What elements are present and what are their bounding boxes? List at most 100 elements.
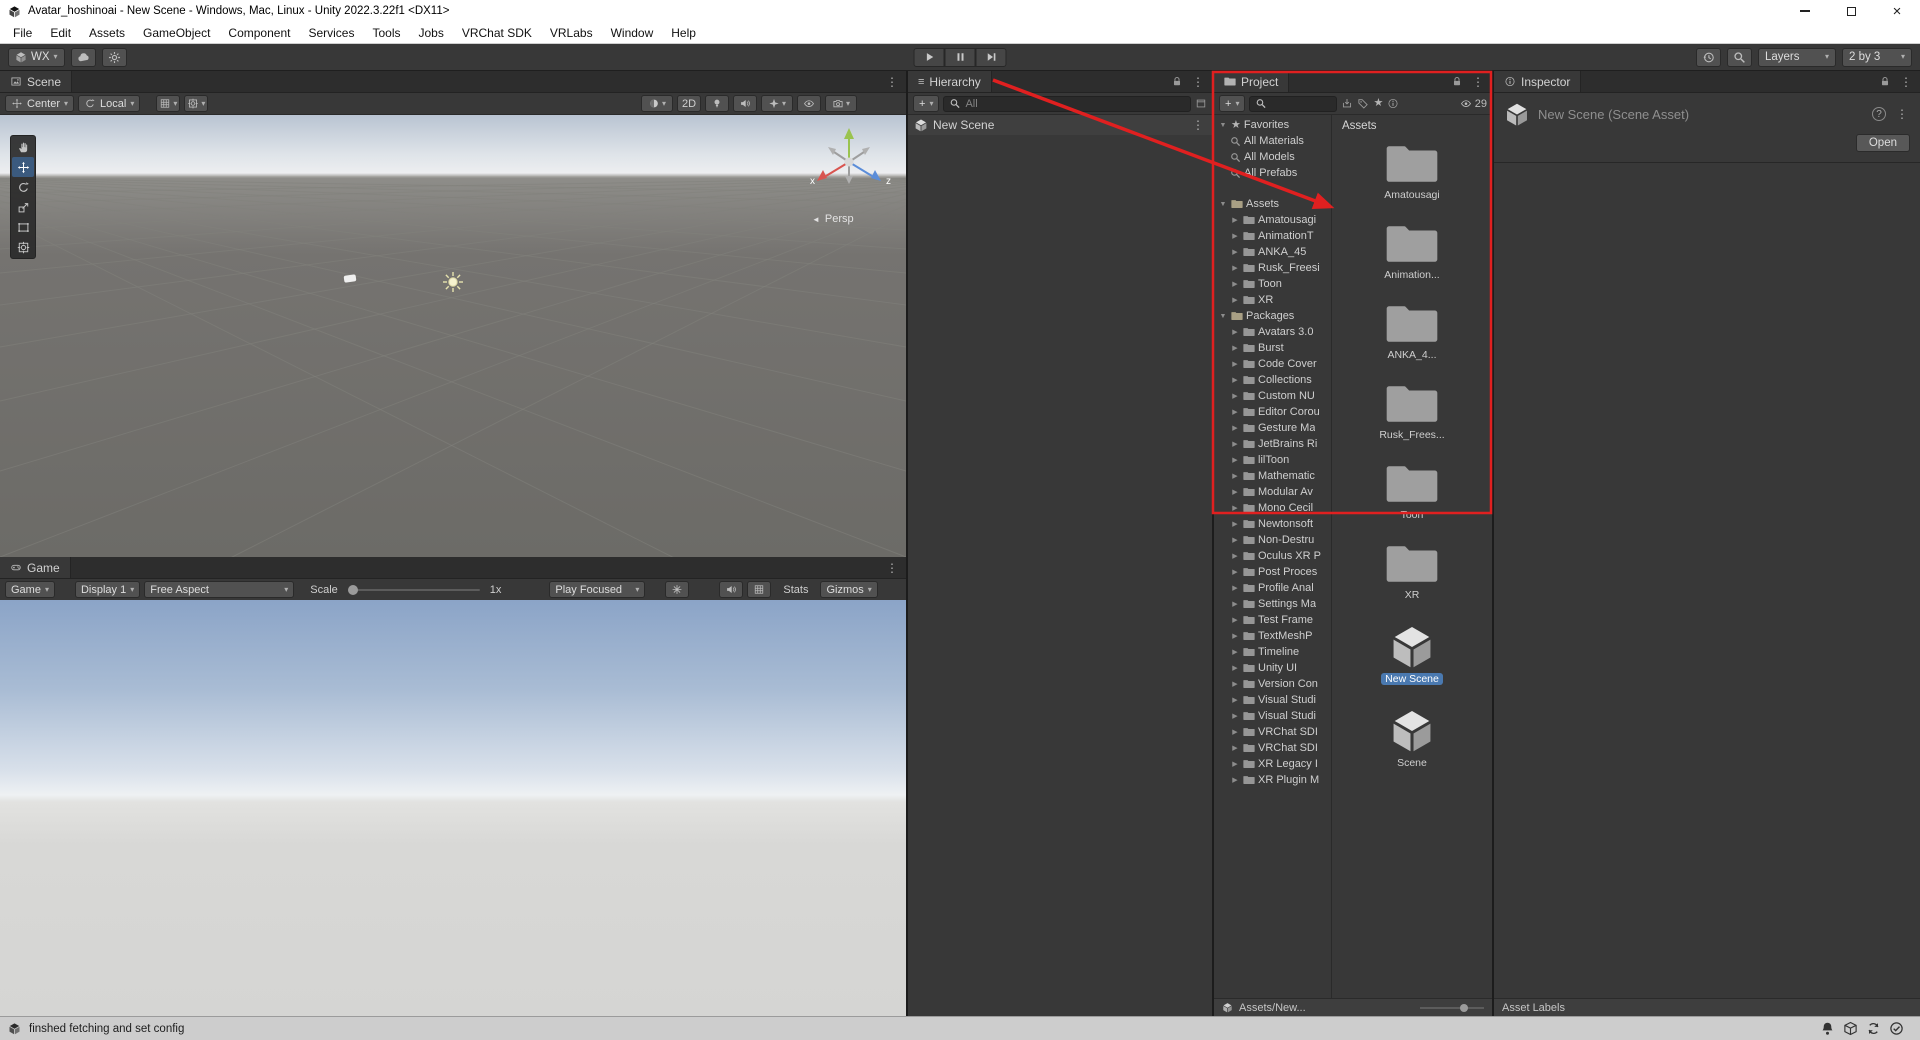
menu-item[interactable]: Assets <box>80 26 134 40</box>
gizmos-dropdown[interactable]: Gizmos▾ <box>820 581 877 598</box>
foldout-closed-icon[interactable]: ▶ <box>1230 456 1240 464</box>
project-asset-item[interactable]: ANKA_4... <box>1383 302 1440 361</box>
scene-lighting-toggle[interactable] <box>705 95 729 112</box>
open-button[interactable]: Open <box>1856 134 1910 152</box>
project-asset-item[interactable]: New Scene <box>1381 622 1443 685</box>
step-button[interactable] <box>976 48 1007 67</box>
foldout-closed-icon[interactable]: ▶ <box>1230 616 1240 624</box>
foldout-closed-icon[interactable]: ▶ <box>1230 280 1240 288</box>
project-asset-item[interactable]: Rusk_Frees... <box>1375 382 1448 441</box>
tree-asset-folder[interactable]: ▶ Amatousagi <box>1214 212 1331 228</box>
foldout-closed-icon[interactable]: ▶ <box>1230 216 1240 224</box>
scene-visibility-toggle[interactable] <box>797 95 821 112</box>
menu-item[interactable]: Edit <box>41 26 80 40</box>
project-asset-item[interactable]: Scene <box>1387 706 1437 769</box>
tree-package-folder[interactable]: ▶ Code Cover <box>1214 356 1331 372</box>
foldout-closed-icon[interactable]: ▶ <box>1230 392 1240 400</box>
tree-package-folder[interactable]: ▶ Gesture Ma <box>1214 420 1331 436</box>
foldout-closed-icon[interactable]: ▶ <box>1230 632 1240 640</box>
tree-package-folder[interactable]: ▶ Mathematic <box>1214 468 1331 484</box>
tree-asset-folder[interactable]: ▶ ANKA_45 <box>1214 244 1331 260</box>
foldout-closed-icon[interactable]: ▶ <box>1230 536 1240 544</box>
game-viewport[interactable] <box>0 600 906 1016</box>
tree-package-folder[interactable]: ▶ TextMeshP <box>1214 628 1331 644</box>
account-dropdown[interactable]: WX ▾ <box>8 48 65 67</box>
tree-package-folder[interactable]: ▶ Post Proces <box>1214 564 1331 580</box>
lock-icon[interactable] <box>1171 76 1183 87</box>
foldout-closed-icon[interactable]: ▶ <box>1230 552 1240 560</box>
foldout-closed-icon[interactable]: ▶ <box>1230 600 1240 608</box>
foldout-closed-icon[interactable]: ▶ <box>1230 520 1240 528</box>
effects-dropdown[interactable]: ▾ <box>761 95 793 112</box>
layout-dropdown[interactable]: 2 by 3▾ <box>1842 48 1912 67</box>
vsync-toggle[interactable] <box>747 581 771 598</box>
info-icon[interactable] <box>1387 98 1399 109</box>
foldout-closed-icon[interactable]: ▶ <box>1230 376 1240 384</box>
hierarchy-search[interactable] <box>943 96 1191 112</box>
foldout-open-icon[interactable]: ▼ <box>1218 313 1228 320</box>
search-button[interactable] <box>1727 48 1752 67</box>
foldout-closed-icon[interactable]: ▶ <box>1230 248 1240 256</box>
game-view-dropdown[interactable]: Game▾ <box>5 581 55 598</box>
hand-tool-button[interactable] <box>12 137 34 157</box>
tree-favorite-item[interactable]: All Prefabs <box>1214 165 1331 181</box>
hierarchy-menu-kebab[interactable]: ⋮ <box>1190 75 1206 89</box>
tree-package-folder[interactable]: ▶ Newtonsoft <box>1214 516 1331 532</box>
tree-package-folder[interactable]: ▶ Non-Destru <box>1214 532 1331 548</box>
foldout-closed-icon[interactable]: ▶ <box>1230 568 1240 576</box>
foldout-closed-icon[interactable]: ▶ <box>1230 408 1240 416</box>
foldout-closed-icon[interactable]: ▶ <box>1230 328 1240 336</box>
pause-button[interactable] <box>945 48 976 67</box>
projection-toggle[interactable]: ◄ Persp <box>812 213 854 225</box>
scale-slider-knob[interactable] <box>348 585 358 595</box>
project-asset-item[interactable]: Toon <box>1385 462 1439 521</box>
status-message[interactable]: finshed fetching and set config <box>29 1023 184 1035</box>
menu-item[interactable]: Window <box>602 26 663 40</box>
undo-history-button[interactable] <box>1696 48 1721 67</box>
tab-inspector[interactable]: Inspector <box>1494 71 1581 92</box>
tree-packages-root[interactable]: ▼ Packages <box>1214 308 1331 324</box>
tree-asset-folder[interactable]: ▶ Toon <box>1214 276 1331 292</box>
refresh-icon[interactable] <box>1866 1021 1881 1036</box>
menu-item[interactable]: Tools <box>363 26 409 40</box>
menu-item[interactable]: VRLabs <box>541 26 602 40</box>
scale-tool-button[interactable] <box>12 197 34 217</box>
handle-rotation-dropdown[interactable]: Local▾ <box>78 95 140 112</box>
thumbnail-slider-knob[interactable] <box>1460 1004 1468 1012</box>
foldout-closed-icon[interactable]: ▶ <box>1230 664 1240 672</box>
tree-favorite-item[interactable]: All Models <box>1214 149 1331 165</box>
menu-item[interactable]: File <box>4 26 41 40</box>
scene-orientation-gizmo[interactable]: x z <box>794 120 904 200</box>
tree-package-folder[interactable]: ▶ Timeline <box>1214 644 1331 660</box>
tab-game[interactable]: Game <box>0 557 71 578</box>
foldout-open-icon[interactable]: ▼ <box>1218 122 1228 129</box>
scene-camera-dropdown[interactable]: ▾ <box>825 95 857 112</box>
foldout-closed-icon[interactable]: ▶ <box>1230 488 1240 496</box>
tree-package-folder[interactable]: ▶ Unity UI <box>1214 660 1331 676</box>
import-package-icon[interactable] <box>1341 98 1353 109</box>
window-icon[interactable] <box>1195 98 1207 109</box>
rotate-tool-button[interactable] <box>12 177 34 197</box>
menu-item[interactable]: Help <box>662 26 705 40</box>
help-icon[interactable]: ? <box>1872 107 1886 121</box>
foldout-closed-icon[interactable]: ▶ <box>1230 472 1240 480</box>
tree-package-folder[interactable]: ▶ Oculus XR P <box>1214 548 1331 564</box>
menu-item[interactable]: Jobs <box>409 26 452 40</box>
mute-audio-toggle[interactable] <box>719 581 743 598</box>
foldout-closed-icon[interactable]: ▶ <box>1230 440 1240 448</box>
foldout-closed-icon[interactable]: ▶ <box>1230 232 1240 240</box>
menu-item[interactable]: VRChat SDK <box>453 26 541 40</box>
foldout-closed-icon[interactable]: ▶ <box>1230 584 1240 592</box>
menu-item[interactable]: GameObject <box>134 26 219 40</box>
tree-assets-root[interactable]: ▼ Assets <box>1214 196 1331 212</box>
foldout-closed-icon[interactable]: ▶ <box>1230 360 1240 368</box>
play-button[interactable] <box>914 48 945 67</box>
snap-increment-dropdown[interactable]: ▾ <box>184 95 208 112</box>
tree-package-folder[interactable]: ▶ Custom NU <box>1214 388 1331 404</box>
transform-tool-button[interactable] <box>12 237 34 257</box>
breadcrumb[interactable]: Assets/New... <box>1239 1002 1306 1014</box>
project-menu-kebab[interactable]: ⋮ <box>1470 75 1486 89</box>
foldout-closed-icon[interactable]: ▶ <box>1230 264 1240 272</box>
tree-package-folder[interactable]: ▶ Version Con <box>1214 676 1331 692</box>
stats-toggle[interactable]: Stats <box>783 584 808 596</box>
